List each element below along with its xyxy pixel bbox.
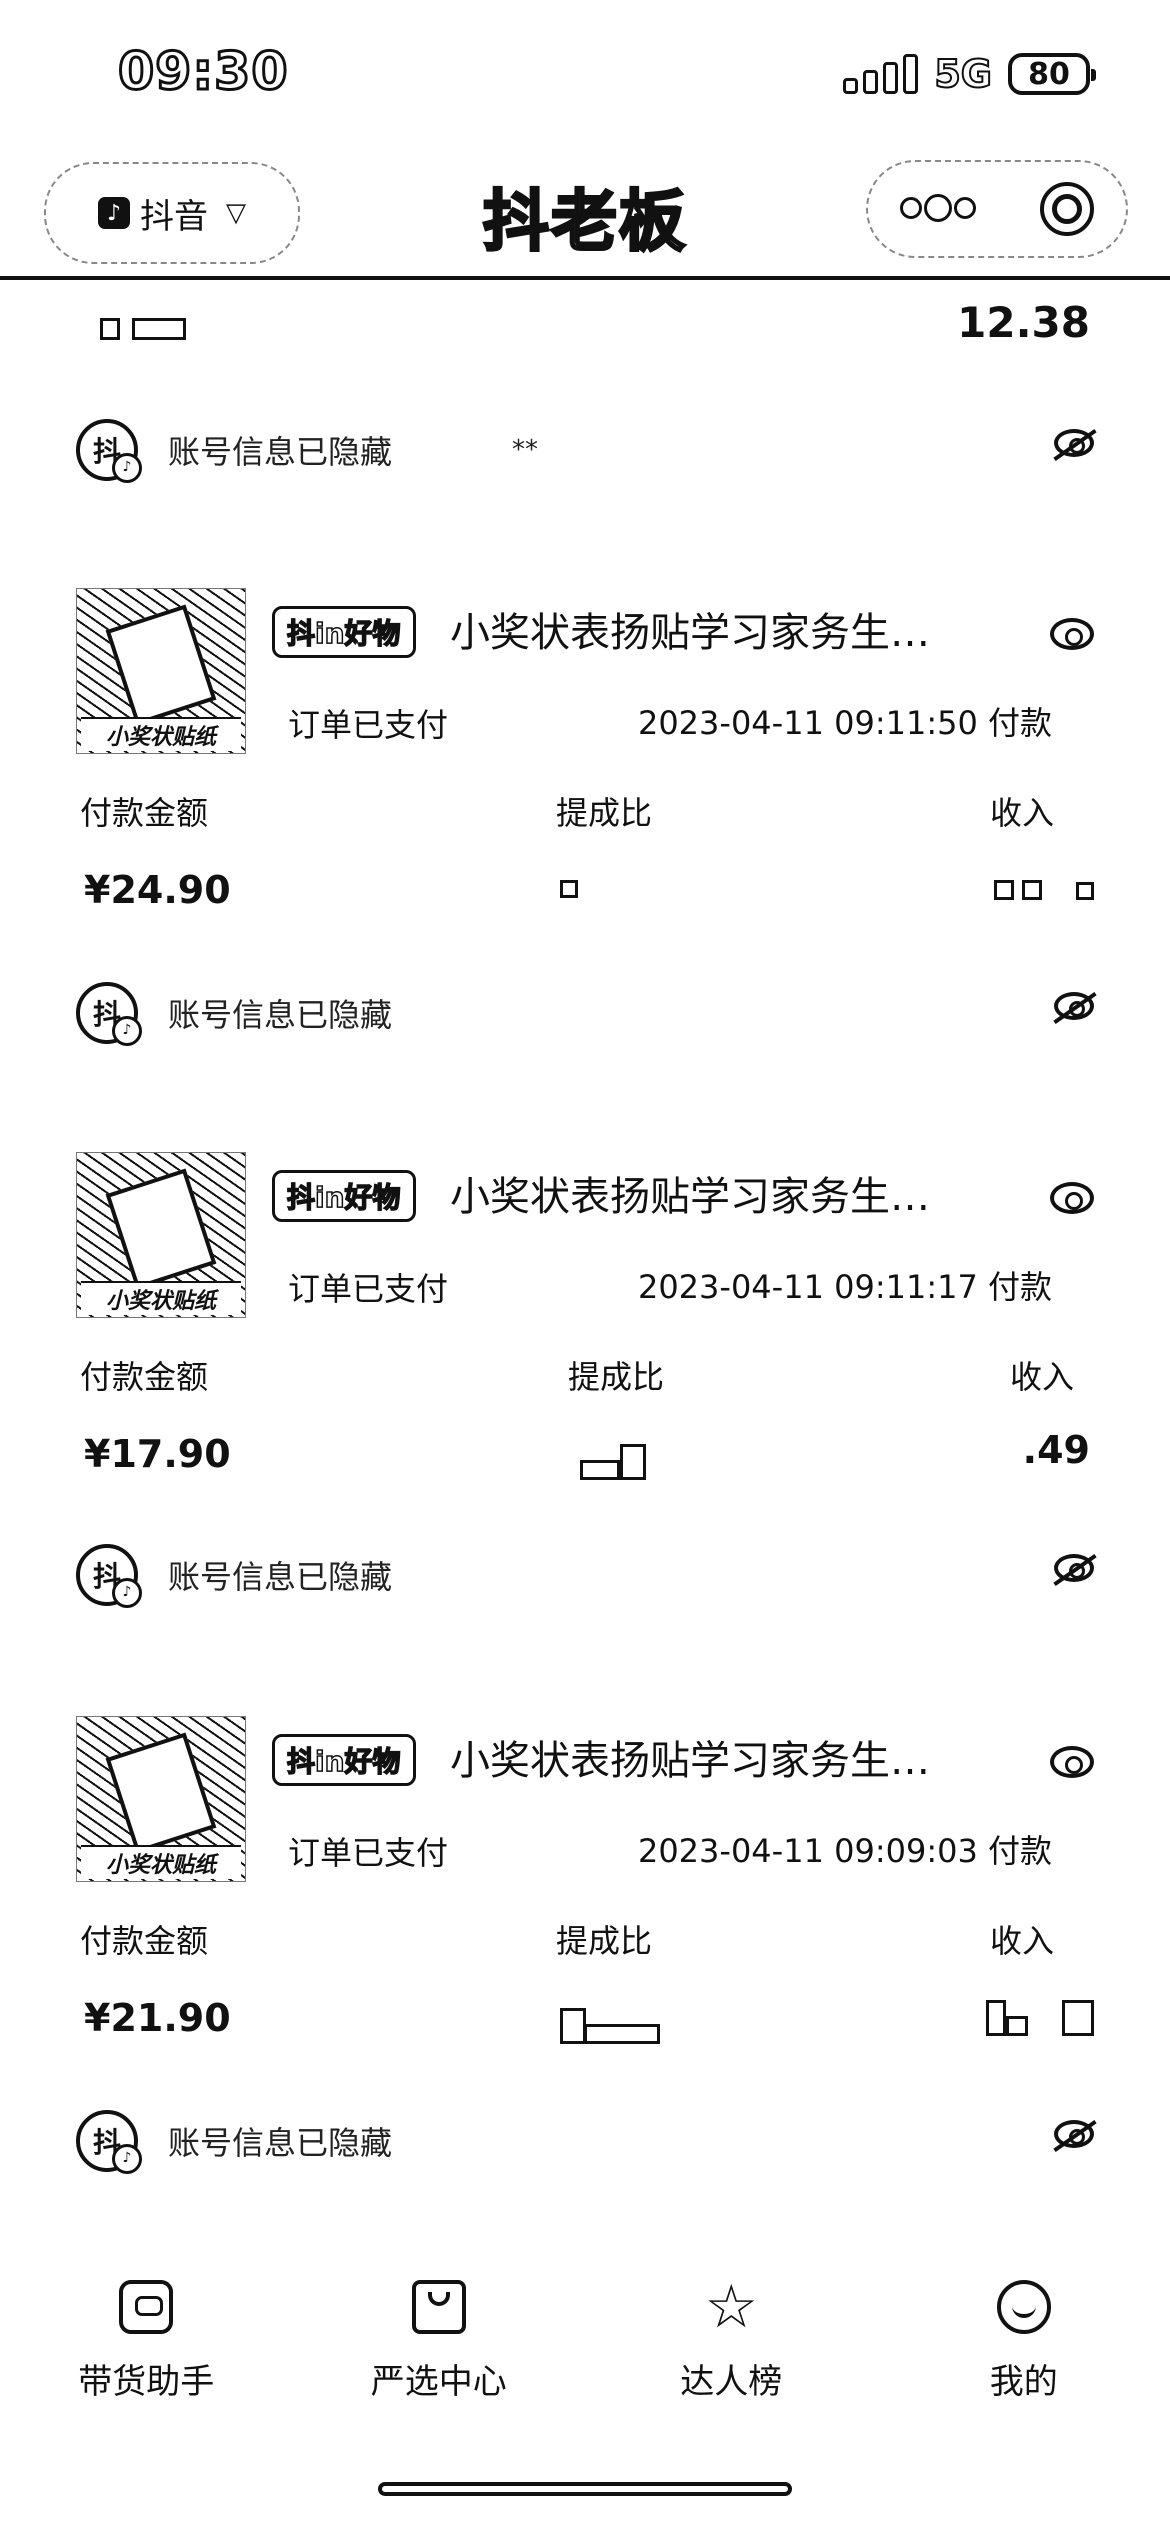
- product-thumbnail: 小奖状贴纸: [76, 1152, 246, 1318]
- order-status: 订单已支付: [288, 1270, 449, 1308]
- nav-item-sales-assistant[interactable]: 带货助手: [26, 2270, 266, 2420]
- partial-masked-value: [100, 318, 186, 340]
- eye-icon[interactable]: [1050, 1182, 1094, 1214]
- product-badge: 抖in好物: [272, 1170, 416, 1222]
- income-label: 收入: [989, 1922, 1054, 1960]
- thumbnail-label: 小奖状贴纸: [81, 717, 241, 751]
- product-thumbnail: 小奖状贴纸: [76, 588, 246, 754]
- order-time: 2023-04-11 09:11:50 付款: [637, 704, 1052, 742]
- status-indicators: 5G 80: [843, 51, 1096, 97]
- product-title: 小奖状表扬贴学习家务生…: [450, 1174, 930, 1220]
- account-mask: **: [512, 435, 539, 465]
- thumbnail-label: 小奖状贴纸: [81, 1845, 241, 1879]
- eye-off-icon[interactable]: [1054, 1554, 1094, 1582]
- ratio-label: 提成比: [556, 1922, 653, 1960]
- miniapp-capsule: [866, 160, 1128, 258]
- nav-label: 达人榜: [680, 2362, 783, 2402]
- close-miniapp-icon[interactable]: [1040, 182, 1094, 236]
- douyin-avatar-icon: 抖: [76, 419, 142, 483]
- smile-icon: [996, 2280, 1051, 2334]
- nav-label: 我的: [989, 2362, 1058, 2402]
- account-hidden-label: 账号信息已隐藏: [168, 996, 393, 1034]
- income-label: 收入: [1009, 1358, 1074, 1396]
- product-thumbnail: 小奖状贴纸: [76, 1716, 246, 1882]
- product-title: 小奖状表扬贴学习家务生…: [450, 1738, 930, 1784]
- amount-label: 付款金额: [80, 1922, 209, 1960]
- more-icon[interactable]: [900, 193, 976, 222]
- nav-label: 带货助手: [78, 2362, 215, 2402]
- account-row: 抖 账号信息已隐藏: [76, 978, 1094, 1048]
- bottom-nav: 带货助手 严选中心 ☆ 达人榜 我的: [0, 2270, 1170, 2420]
- income-masked-value: [994, 880, 1094, 900]
- ratio-masked-value: [580, 1444, 646, 1480]
- income-masked-value: [986, 2000, 1094, 2036]
- eye-icon[interactable]: [1050, 618, 1094, 650]
- income-label: 收入: [989, 794, 1054, 832]
- ratio-masked-value: [560, 880, 578, 898]
- eye-icon[interactable]: [1050, 1746, 1094, 1778]
- order-time: 2023-04-11 09:11:17 付款: [637, 1268, 1052, 1306]
- product-title: 小奖状表扬贴学习家务生…: [450, 610, 930, 656]
- nav-item-influencer-ranking[interactable]: ☆ 达人榜: [611, 2270, 851, 2420]
- battery-level: 80: [1028, 56, 1070, 92]
- ratio-label: 提成比: [556, 794, 653, 832]
- ratio-masked-value: [560, 2008, 660, 2044]
- amount-value: ¥21.90: [84, 1996, 231, 2040]
- douyin-avatar-icon: 抖: [76, 2110, 142, 2174]
- star-icon: ☆: [704, 2272, 759, 2342]
- account-hidden-label: 账号信息已隐藏: [168, 1558, 393, 1596]
- cellular-signal-icon: [843, 54, 919, 94]
- nav-item-selection-center[interactable]: 严选中心: [319, 2270, 559, 2420]
- receipt-icon: [119, 2280, 174, 2334]
- product-badge: 抖in好物: [272, 606, 416, 658]
- partial-income-value: 12.38: [957, 298, 1090, 347]
- app-header: ♪ 抖音 ▽ 抖老板: [0, 150, 1170, 280]
- account-hidden-label: 账号信息已隐藏: [168, 2124, 393, 2162]
- status-time: 09:30: [117, 41, 290, 104]
- account-row: 抖 账号信息已隐藏: [76, 2106, 1094, 2176]
- eye-off-icon[interactable]: [1054, 429, 1094, 457]
- nav-item-mine[interactable]: 我的: [904, 2270, 1144, 2420]
- amount-value: ¥17.90: [84, 1432, 231, 1476]
- douyin-avatar-icon: 抖: [76, 1544, 142, 1608]
- home-indicator[interactable]: [378, 2482, 792, 2496]
- douyin-avatar-icon: 抖: [76, 982, 142, 1046]
- thumbnail-label: 小奖状贴纸: [81, 1281, 241, 1315]
- amount-label: 付款金额: [80, 1358, 209, 1396]
- amount-label: 付款金额: [80, 794, 209, 832]
- battery-icon: 80: [1008, 53, 1096, 95]
- eye-off-icon[interactable]: [1054, 2120, 1094, 2148]
- shopping-bag-icon: [411, 2280, 466, 2334]
- network-type: 5G: [933, 51, 993, 97]
- product-badge: 抖in好物: [272, 1734, 416, 1786]
- account-hidden-label: 账号信息已隐藏: [168, 433, 393, 471]
- amount-value: ¥24.90: [84, 868, 231, 912]
- order-status: 订单已支付: [288, 1834, 449, 1872]
- income-value: .49: [1022, 1428, 1090, 1472]
- status-bar: 09:30 5G 80: [0, 0, 1170, 150]
- ratio-label: 提成比: [568, 1358, 665, 1396]
- order-time: 2023-04-11 09:09:03 付款: [637, 1832, 1052, 1870]
- order-status: 订单已支付: [288, 706, 449, 744]
- account-row: 抖 账号信息已隐藏: [76, 1540, 1094, 1610]
- eye-off-icon[interactable]: [1054, 992, 1094, 1020]
- account-row: 抖 账号信息已隐藏 **: [76, 415, 1094, 485]
- nav-label: 严选中心: [370, 2362, 507, 2402]
